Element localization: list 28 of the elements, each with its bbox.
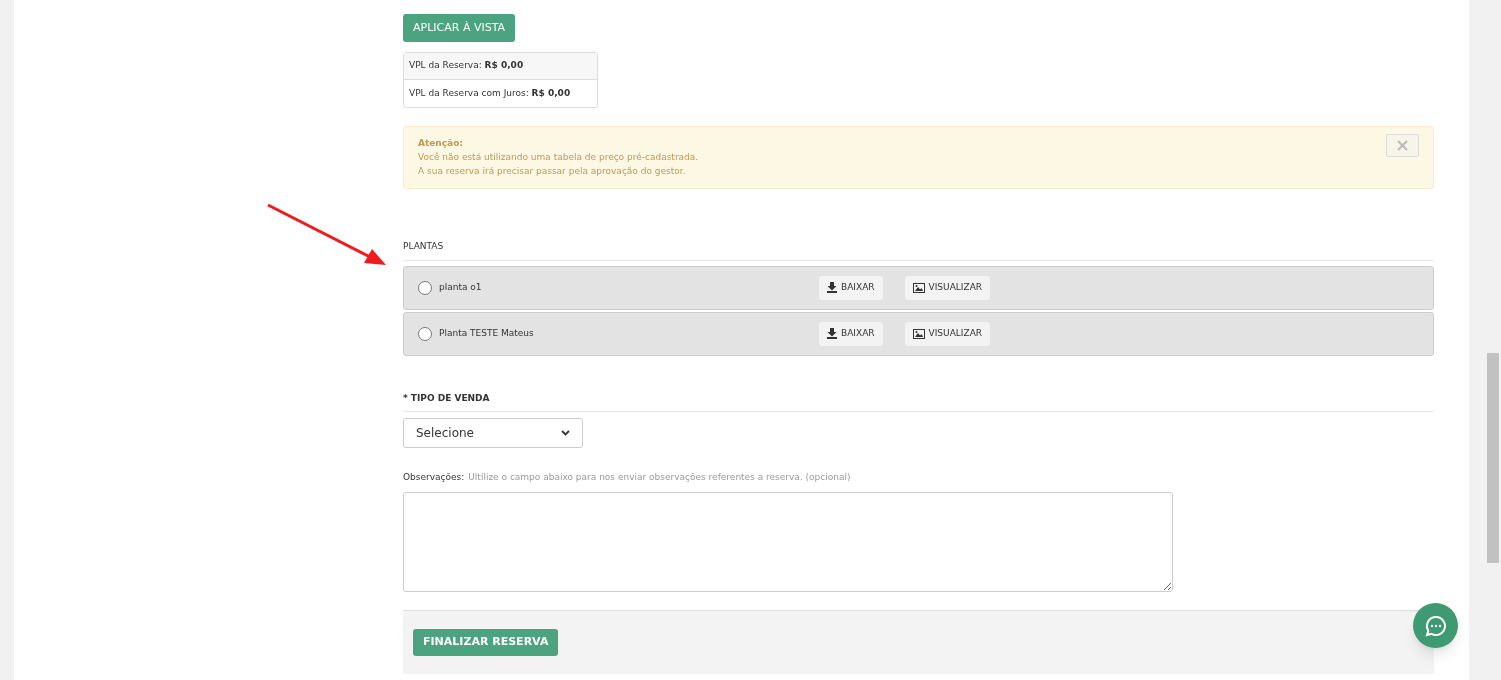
download-icon: [827, 282, 837, 293]
download-button[interactable]: BAIXAR: [819, 275, 883, 300]
alert-text: Você não está utilizando uma tabela de preço pré-cadastrada.: [418, 151, 699, 164]
close-button[interactable]: [1386, 134, 1419, 157]
radio-button[interactable]: [418, 326, 432, 341]
alert-text: A sua reserva irá precisar passar pela aprovação do gestor.: [418, 165, 686, 178]
close-icon: [1397, 140, 1408, 151]
chat-bubble-icon: [1424, 614, 1447, 637]
image-icon: [912, 328, 925, 339]
alert-title: Atenção:: [418, 137, 463, 150]
chat-button[interactable]: [1413, 603, 1458, 648]
vpl-value: VPL da Reserva com Juros: R$ 0,00: [409, 86, 571, 100]
notes-label: Observações:: [403, 471, 465, 484]
section-heading: PLANTAS: [403, 240, 445, 253]
image-icon: [912, 282, 925, 293]
section-heading: * TIPO DE VENDA: [403, 391, 491, 405]
view-button[interactable]: VISUALIZAR: [904, 275, 991, 300]
download-button[interactable]: BAIXAR: [819, 321, 883, 346]
download-icon: [827, 328, 837, 339]
radio-button[interactable]: [418, 280, 432, 295]
sale-type-select[interactable]: Selecione: [403, 418, 583, 448]
chevron-down-icon: [561, 430, 570, 436]
plan-name: Planta TESTE Mateus: [439, 326, 535, 340]
plan-name: planta o1: [439, 280, 483, 294]
vpl-value: VPL da Reserva: R$ 0,00: [409, 59, 524, 73]
scrollbar-thumb[interactable]: [1487, 353, 1499, 563]
view-button[interactable]: VISUALIZAR: [904, 321, 991, 346]
notes-hint: Ultilize o campo abaixo para nos enviar observações referentes a reserva. (opcional): [468, 471, 851, 484]
